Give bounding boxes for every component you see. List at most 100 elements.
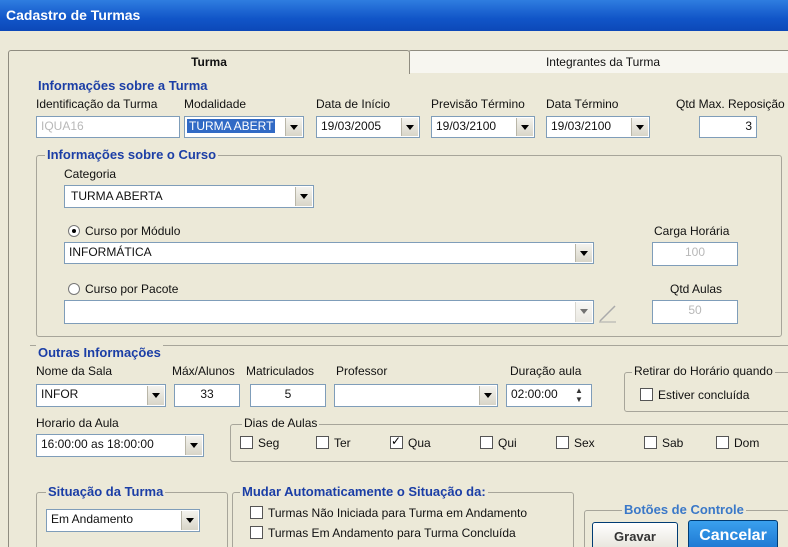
data-inicio-label: Data de Início bbox=[316, 97, 391, 111]
dia-ter-label: Ter bbox=[334, 436, 351, 450]
retirar-option-label: Estiver concluída bbox=[658, 388, 750, 402]
dia-qua-label: Qua bbox=[408, 436, 431, 450]
dia-seg-checkbox[interactable]: Seg bbox=[240, 436, 279, 450]
data-inicio-value: 19/03/2005 bbox=[321, 119, 382, 133]
data-termino-dropdown-icon[interactable] bbox=[631, 118, 648, 136]
pacote-radio-label: Curso por Pacote bbox=[85, 282, 179, 296]
modalidade-select[interactable]: TURMA ABERT bbox=[184, 116, 304, 138]
id-field[interactable]: IQUA16 bbox=[36, 116, 180, 138]
modulo-radio[interactable]: Curso por Módulo bbox=[68, 224, 180, 238]
dia-ter-checkbox[interactable]: Ter bbox=[316, 436, 351, 450]
categoria-select[interactable]: TURMA ABERTA bbox=[64, 185, 314, 208]
categoria-label: Categoria bbox=[64, 167, 117, 181]
dia-qua-checkbox[interactable]: Qua bbox=[390, 434, 431, 450]
duracao-spinner[interactable]: 02:00:00 ▲ ▼ bbox=[506, 384, 592, 407]
professor-label: Professor bbox=[336, 364, 388, 378]
dia-qui-box[interactable] bbox=[480, 436, 493, 449]
dia-qua-box[interactable] bbox=[390, 434, 403, 449]
tab-integrantes[interactable]: Integrantes da Turma bbox=[408, 50, 788, 73]
modulo-radio-dot[interactable] bbox=[68, 225, 80, 237]
previsao-select[interactable]: 19/03/2100 bbox=[431, 116, 535, 138]
qtd-aulas-value: 50 bbox=[688, 303, 702, 317]
situacao-value: Em Andamento bbox=[51, 512, 134, 526]
carga-value: 100 bbox=[684, 245, 706, 259]
modulo-dropdown-icon[interactable] bbox=[575, 244, 592, 262]
dia-sab-box[interactable] bbox=[644, 436, 657, 449]
horario-label: Horario da Aula bbox=[36, 416, 119, 430]
sala-dropdown-icon[interactable] bbox=[147, 386, 164, 405]
mudar-opt1-checkbox[interactable]: Turmas Não Iniciada para Turma em Andame… bbox=[250, 506, 527, 520]
turma-group-title: Informações sobre a Turma bbox=[36, 78, 210, 93]
professor-dropdown-icon[interactable] bbox=[479, 386, 496, 405]
horario-dropdown-icon[interactable] bbox=[185, 436, 202, 455]
data-termino-label: Data Término bbox=[546, 97, 619, 111]
data-termino-select[interactable]: 19/03/2100 bbox=[546, 116, 650, 138]
data-inicio-dropdown-icon[interactable] bbox=[401, 118, 418, 136]
matriculados-value: 5 bbox=[284, 387, 292, 401]
dia-sab-checkbox[interactable]: Sab bbox=[644, 436, 683, 450]
modulo-radio-label: Curso por Módulo bbox=[85, 224, 181, 238]
controle-group-title: Botões de Controle bbox=[622, 502, 746, 517]
tab-turma-label: Turma bbox=[191, 55, 227, 69]
retirar-checkbox[interactable]: Estiver concluída bbox=[640, 388, 749, 402]
dia-qui-checkbox[interactable]: Qui bbox=[480, 436, 517, 450]
dia-seg-label: Seg bbox=[258, 436, 280, 450]
previsao-label: Previsão Término bbox=[431, 97, 525, 111]
pacote-select[interactable] bbox=[64, 300, 594, 324]
dia-seg-box[interactable] bbox=[240, 436, 253, 449]
tab-integrantes-label: Integrantes da Turma bbox=[545, 55, 661, 69]
modalidade-dropdown-icon[interactable] bbox=[285, 118, 302, 136]
dia-dom-box[interactable] bbox=[716, 436, 729, 449]
sala-value: INFOR bbox=[41, 387, 79, 401]
professor-select[interactable] bbox=[334, 384, 498, 407]
matriculados-field[interactable]: 5 bbox=[250, 384, 326, 407]
gravar-button[interactable]: Gravar bbox=[592, 522, 678, 547]
data-termino-value: 19/03/2100 bbox=[551, 119, 612, 133]
dia-sab-label: Sab bbox=[662, 436, 684, 450]
tab-turma[interactable]: Turma bbox=[8, 50, 410, 74]
cancelar-button[interactable]: Cancelar bbox=[688, 520, 778, 547]
previsao-dropdown-icon[interactable] bbox=[516, 118, 533, 136]
modalidade-value: TURMA ABERT bbox=[187, 119, 276, 133]
pacote-radio-dot[interactable] bbox=[68, 283, 80, 295]
dia-dom-label: Dom bbox=[734, 436, 760, 450]
horario-value: 16:00:00 as 18:00:00 bbox=[41, 437, 154, 451]
situacao-dropdown-icon[interactable] bbox=[181, 511, 198, 530]
mudar-group-title: Mudar Automaticamente o Situação da: bbox=[240, 484, 488, 499]
dia-dom-checkbox[interactable]: Dom bbox=[716, 436, 759, 450]
dia-sex-box[interactable] bbox=[556, 436, 569, 449]
mudar-opt2-label: Turmas Em Andamento para Turma Concluída bbox=[268, 526, 516, 540]
mudar-opt1-label: Turmas Não Iniciada para Turma em Andame… bbox=[268, 506, 528, 520]
qtd-aulas-label: Qtd Aulas bbox=[670, 282, 723, 296]
max-alunos-value: 33 bbox=[200, 387, 214, 401]
dia-sex-label: Sex bbox=[574, 436, 595, 450]
dia-sex-checkbox[interactable]: Sex bbox=[556, 436, 595, 450]
data-inicio-select[interactable]: 19/03/2005 bbox=[316, 116, 420, 138]
qtd-max-field[interactable]: 3 bbox=[699, 116, 757, 138]
id-value: IQUA16 bbox=[41, 119, 84, 133]
categoria-dropdown-icon[interactable] bbox=[295, 187, 312, 206]
situacao-group-title: Situação da Turma bbox=[46, 484, 166, 499]
id-label: Identificação da Turma bbox=[36, 97, 158, 111]
dias-title: Dias de Aulas bbox=[242, 416, 320, 430]
dia-ter-box[interactable] bbox=[316, 436, 329, 449]
mudar-opt2-checkbox[interactable]: Turmas Em Andamento para Turma Concluída bbox=[250, 526, 516, 540]
mudar-opt1-box[interactable] bbox=[250, 506, 263, 519]
pacote-dropdown-icon[interactable] bbox=[575, 302, 592, 322]
sala-select[interactable]: INFOR bbox=[36, 384, 166, 407]
spinner-arrows-icon[interactable]: ▲ ▼ bbox=[575, 386, 589, 405]
situacao-select[interactable]: Em Andamento bbox=[46, 509, 200, 532]
horario-select[interactable]: 16:00:00 as 18:00:00 bbox=[36, 434, 204, 457]
duracao-label: Duração aula bbox=[510, 364, 582, 378]
mudar-opt2-box[interactable] bbox=[250, 526, 263, 539]
qtd-aulas-field[interactable]: 50 bbox=[652, 300, 738, 324]
retirar-checkbox-box[interactable] bbox=[640, 388, 653, 401]
pacote-radio[interactable]: Curso por Pacote bbox=[68, 282, 178, 296]
cancelar-label: Cancelar bbox=[699, 527, 767, 544]
modulo-select[interactable]: INFORMÁTICA bbox=[64, 242, 594, 264]
max-alunos-field[interactable]: 33 bbox=[174, 384, 240, 407]
pacote-search-icon[interactable] bbox=[596, 302, 618, 324]
carga-field[interactable]: 100 bbox=[652, 242, 738, 266]
curso-group-title: Informações sobre o Curso bbox=[45, 147, 219, 162]
sala-label: Nome da Sala bbox=[36, 364, 113, 378]
